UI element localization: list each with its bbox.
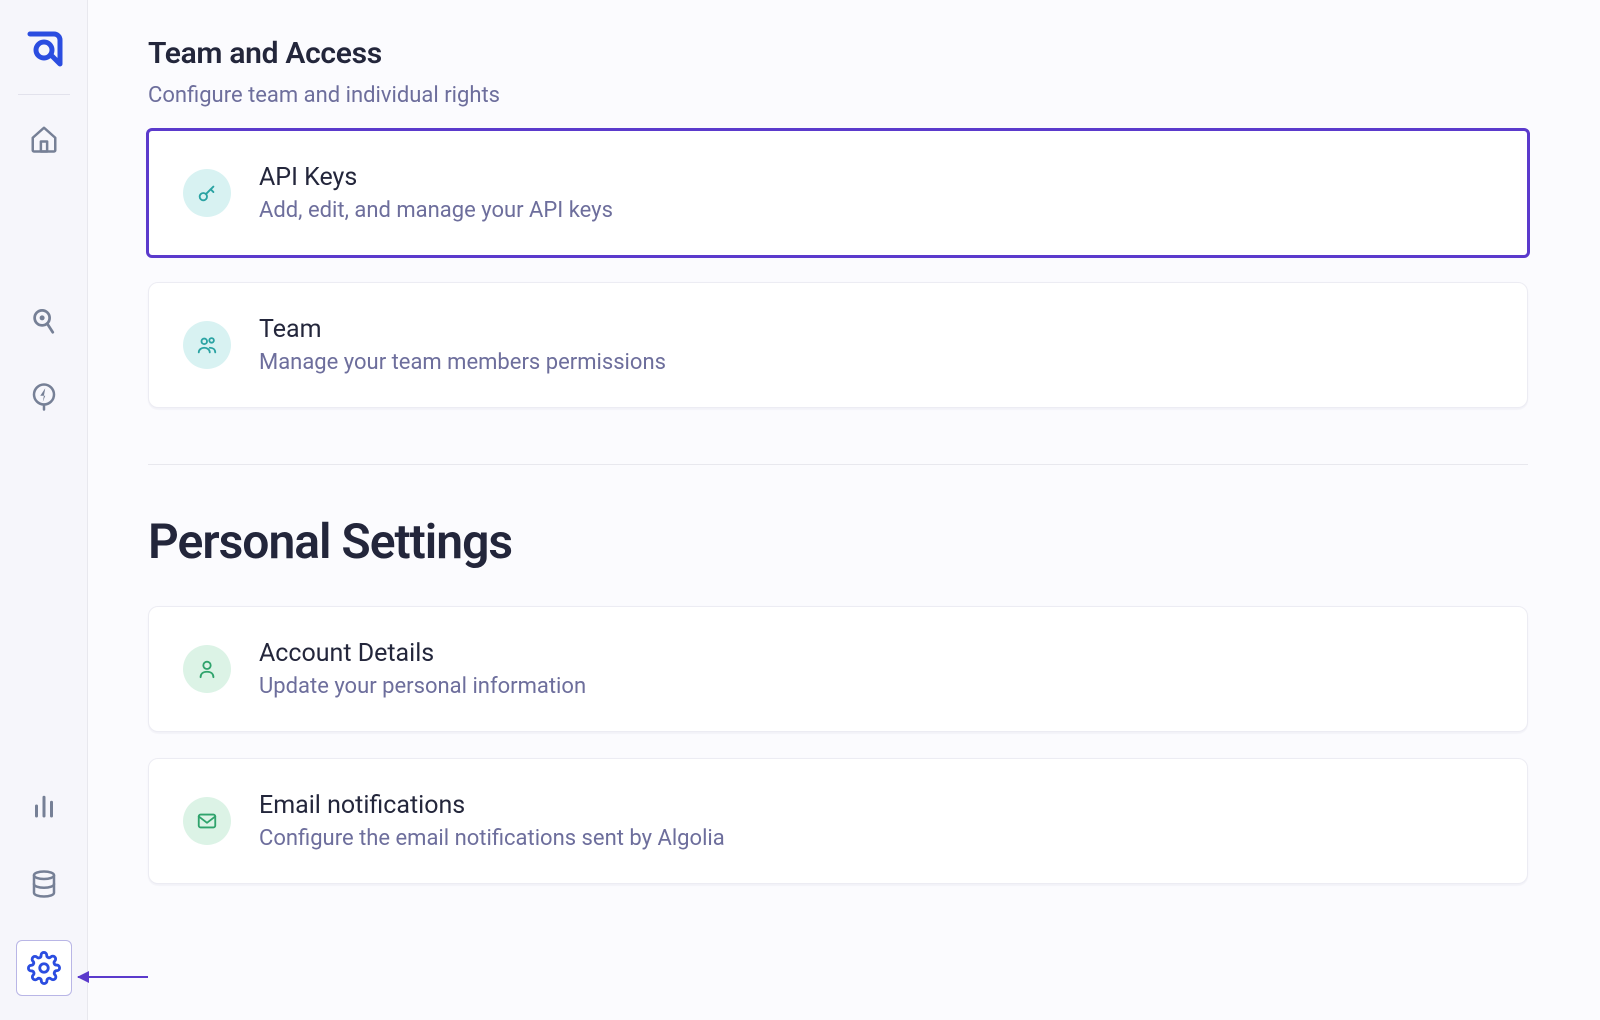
sidebar-item-home[interactable] <box>22 117 66 161</box>
key-icon <box>183 169 231 217</box>
card-email-notifications[interactable]: Email notifications Configure the email … <box>148 758 1528 884</box>
sidebar-item-data[interactable] <box>22 862 66 906</box>
card-desc: Configure the email notifications sent b… <box>259 826 725 851</box>
main-content: Team and Access Configure team and indiv… <box>88 0 1600 1020</box>
bolt-icon <box>29 382 59 412</box>
sidebar-item-analytics[interactable] <box>22 784 66 828</box>
card-desc: Manage your team members permissions <box>259 350 666 375</box>
card-title: Account Details <box>259 639 586 668</box>
database-icon <box>29 869 59 899</box>
personal-card-list: Account Details Update your personal inf… <box>148 606 1600 884</box>
card-title: Email notifications <box>259 791 725 820</box>
card-desc: Update your personal information <box>259 674 586 699</box>
sidebar <box>0 0 88 1020</box>
annotation-arrow <box>78 976 148 978</box>
card-title: Team <box>259 315 666 344</box>
team-access-card-list: API Keys Add, edit, and manage your API … <box>148 130 1600 408</box>
sidebar-item-search[interactable] <box>22 299 66 343</box>
card-desc: Add, edit, and manage your API keys <box>259 198 613 223</box>
bar-chart-icon <box>29 791 59 821</box>
person-icon <box>183 645 231 693</box>
card-account-details[interactable]: Account Details Update your personal inf… <box>148 606 1528 732</box>
logo[interactable] <box>18 24 70 76</box>
sidebar-divider <box>18 94 70 95</box>
algolia-logo-icon <box>20 26 68 74</box>
section-divider <box>148 464 1528 465</box>
personal-settings-title: Personal Settings <box>148 513 1600 570</box>
card-api-keys[interactable]: API Keys Add, edit, and manage your API … <box>148 130 1528 256</box>
sidebar-item-recommend[interactable] <box>22 375 66 419</box>
sidebar-item-settings[interactable] <box>16 940 72 996</box>
team-access-subtitle: Configure team and individual rights <box>148 83 1600 108</box>
search-icon <box>29 306 59 336</box>
card-team[interactable]: Team Manage your team members permission… <box>148 282 1528 408</box>
home-icon <box>29 124 59 154</box>
mail-icon <box>183 797 231 845</box>
team-icon <box>183 321 231 369</box>
gear-icon <box>27 951 61 985</box>
card-title: API Keys <box>259 163 613 192</box>
team-access-title: Team and Access <box>148 36 1600 71</box>
